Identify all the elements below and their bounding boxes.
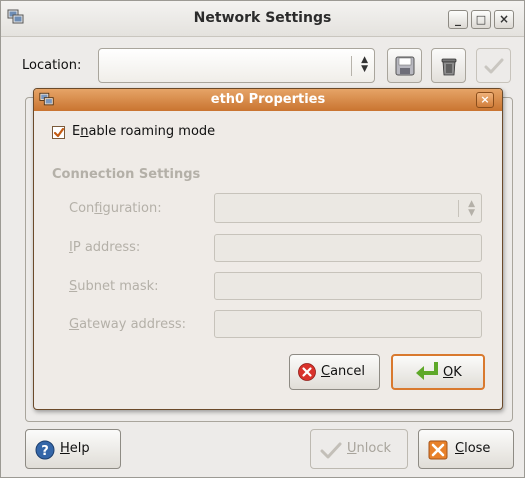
delete-location-button[interactable]: [431, 48, 466, 83]
location-label: Location:: [22, 58, 82, 73]
location-combo[interactable]: ▲ ▼: [98, 48, 375, 83]
svg-text:?: ?: [41, 444, 49, 459]
combo-separator: [351, 56, 352, 76]
close-button[interactable]: Close: [418, 429, 514, 469]
unlock-check-icon: [320, 442, 342, 459]
trash-icon: [441, 58, 457, 76]
ip-address-label: IP address:: [69, 240, 141, 255]
configuration-label: Configuration:: [69, 201, 162, 216]
configuration-combo[interactable]: ▲ ▼: [214, 193, 482, 223]
connection-settings-heading: Connection Settings: [52, 167, 201, 182]
ip-address-input[interactable]: [214, 234, 482, 262]
gateway-address-label: Gateway address:: [69, 317, 187, 332]
cancel-icon: [298, 363, 316, 381]
checkmark-icon: [484, 58, 504, 74]
close-window-button[interactable]: ×: [494, 10, 514, 29]
subnet-mask-input[interactable]: [214, 272, 482, 300]
combo-arrows-icon: ▲ ▼: [468, 199, 475, 218]
cancel-button[interactable]: Cancel: [289, 354, 380, 390]
roaming-mode-label: Enable roaming mode: [72, 124, 216, 139]
dialog-title: eth0 Properties: [210, 92, 326, 107]
combo-arrows-icon: ▲ ▼: [361, 55, 368, 74]
maximize-button[interactable]: □: [471, 10, 491, 29]
checkmark-icon: [53, 127, 65, 138]
dialog-close-button[interactable]: ×: [476, 92, 494, 108]
apply-location-button[interactable]: [476, 48, 511, 83]
cancel-label: Cancel: [321, 364, 366, 379]
subnet-mask-label: Subnet mask:: [69, 279, 159, 294]
help-icon: ?: [35, 440, 55, 460]
save-location-button[interactable]: [387, 48, 422, 83]
combo-separator: [458, 200, 459, 217]
ok-button[interactable]: OK: [391, 354, 485, 390]
gateway-address-input[interactable]: [214, 310, 482, 338]
floppy-save-icon: [395, 56, 415, 76]
unlock-label: Unlock: [347, 441, 391, 456]
help-label: Help: [60, 441, 90, 456]
window-titlebar[interactable]: Network Settings _ □ ×: [1, 1, 524, 37]
close-x-icon: [428, 440, 448, 460]
roaming-mode-checkbox[interactable]: [52, 126, 65, 139]
dialog-titlebar[interactable]: eth0 Properties ×: [34, 89, 502, 111]
minimize-button[interactable]: _: [448, 10, 468, 29]
close-label: Close: [455, 441, 491, 456]
eth0-properties-dialog: eth0 Properties × Enable roaming mode Co…: [33, 88, 503, 410]
ok-return-arrow-icon: [416, 362, 438, 380]
ok-label: OK: [443, 365, 462, 380]
help-button[interactable]: ? Help: [25, 429, 121, 469]
window-title: Network Settings: [193, 10, 332, 26]
unlock-button[interactable]: Unlock: [310, 429, 408, 469]
